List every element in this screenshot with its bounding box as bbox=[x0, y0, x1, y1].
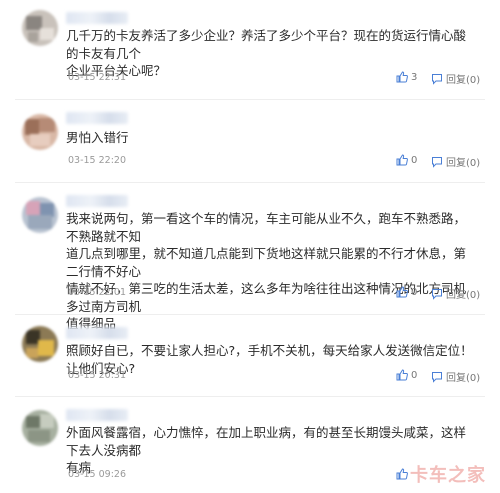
reply-label: 回复(0) bbox=[446, 373, 481, 384]
speech-bubble-icon bbox=[431, 156, 443, 168]
divider bbox=[15, 314, 485, 315]
comment-timestamp: 03-15 22:01 bbox=[68, 287, 127, 298]
reply-label: 回复(0) bbox=[446, 75, 481, 86]
like-button[interactable] bbox=[396, 468, 411, 480]
comment-timestamp: 03-15 20:31 bbox=[68, 370, 127, 381]
username-blurred[interactable] bbox=[66, 409, 128, 421]
reply-button[interactable]: 回复(0) bbox=[431, 286, 493, 301]
divider bbox=[15, 99, 485, 100]
like-button[interactable]: 0 bbox=[396, 154, 417, 166]
username-blurred[interactable] bbox=[66, 195, 128, 207]
thumbs-up-icon bbox=[396, 71, 408, 83]
thumbs-up-icon bbox=[396, 286, 408, 298]
avatar[interactable] bbox=[22, 326, 58, 362]
speech-bubble-icon bbox=[431, 73, 443, 85]
like-count: 3 bbox=[411, 71, 418, 83]
reply-label: 回复(0) bbox=[446, 158, 481, 169]
avatar[interactable] bbox=[22, 114, 58, 150]
site-watermark: 卡车之家 bbox=[410, 465, 486, 486]
username-blurred[interactable] bbox=[66, 112, 128, 124]
like-button[interactable]: 3 bbox=[396, 71, 417, 83]
like-count: 0 bbox=[411, 369, 418, 381]
like-count: 0 bbox=[411, 286, 418, 298]
like-count: 0 bbox=[411, 154, 418, 166]
thumbs-up-icon bbox=[396, 154, 408, 166]
comment-timestamp: 03-15 22:31 bbox=[68, 72, 127, 83]
divider bbox=[15, 396, 485, 397]
username-blurred[interactable] bbox=[66, 12, 128, 24]
comment-text: 男怕入错行 bbox=[66, 130, 129, 145]
thumbs-up-icon bbox=[396, 468, 408, 480]
avatar[interactable] bbox=[22, 197, 58, 233]
speech-bubble-icon bbox=[431, 288, 443, 300]
like-button[interactable]: 0 bbox=[396, 369, 417, 381]
avatar[interactable] bbox=[22, 10, 58, 46]
username-blurred[interactable] bbox=[66, 327, 128, 339]
like-button[interactable]: 0 bbox=[396, 286, 417, 298]
reply-button[interactable]: 回复(0) bbox=[431, 71, 493, 86]
comment-timestamp: 03-15 09:26 bbox=[68, 469, 127, 480]
thumbs-up-icon bbox=[396, 369, 408, 381]
reply-button[interactable]: 回复(0) bbox=[431, 369, 493, 384]
reply-label: 回复(0) bbox=[446, 290, 481, 301]
divider bbox=[15, 182, 485, 183]
reply-button[interactable]: 回复(0) bbox=[431, 154, 493, 169]
speech-bubble-icon bbox=[431, 371, 443, 383]
avatar[interactable] bbox=[22, 410, 58, 446]
comment-timestamp: 03-15 22:20 bbox=[68, 155, 127, 166]
